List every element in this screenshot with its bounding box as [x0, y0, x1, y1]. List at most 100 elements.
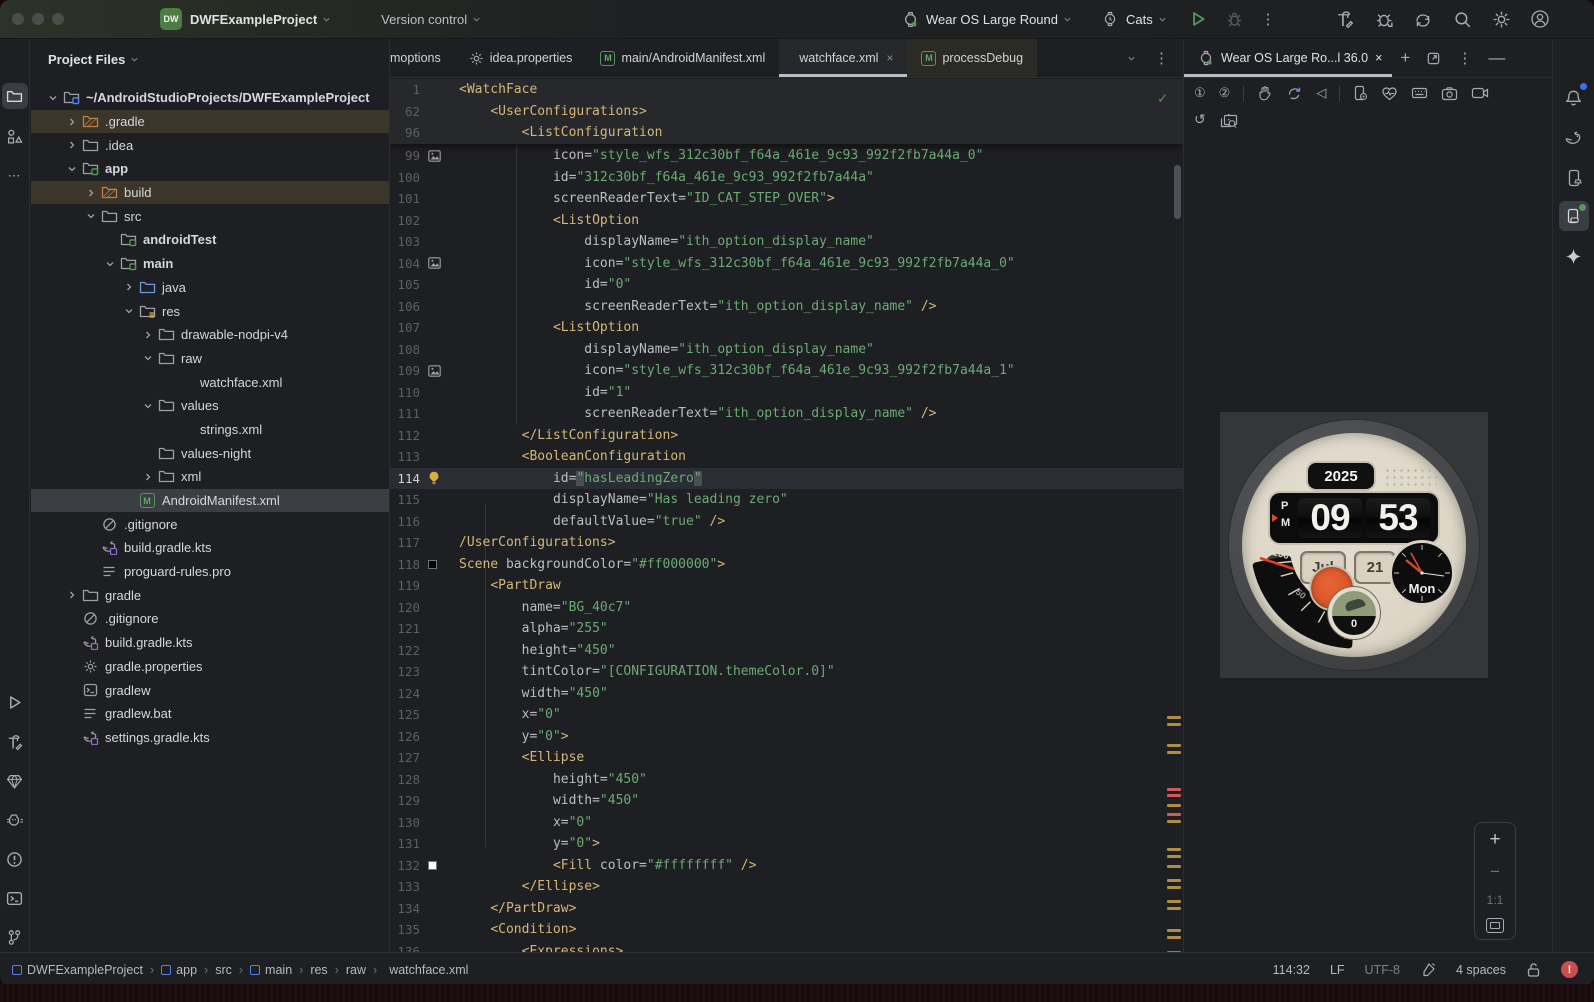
chevron-right-icon[interactable]: [139, 469, 156, 485]
code-line-110[interactable]: 110 id="1": [390, 382, 1183, 404]
device-tab[interactable]: Wear OS Large Ro...l 36.0 ×: [1184, 39, 1393, 77]
code-line-107[interactable]: 107 <ListOption: [390, 317, 1183, 339]
code-line-131[interactable]: 131 y="0">: [390, 833, 1183, 855]
device-manager-icon[interactable]: [1559, 163, 1589, 193]
editor-tab-processdebug[interactable]: MprocessDebug: [907, 39, 1038, 77]
line-number[interactable]: 116: [390, 514, 420, 529]
terminal-icon[interactable]: [2, 885, 28, 911]
code-line-121[interactable]: 121 alpha="255": [390, 618, 1183, 640]
line-number[interactable]: 96: [390, 125, 420, 140]
warning-stripe-mark[interactable]: [1167, 907, 1181, 910]
device-settings-icon[interactable]: [1353, 85, 1368, 101]
code-line-1[interactable]: 1 <WatchFace: [390, 79, 1183, 101]
search-icon[interactable]: [1452, 9, 1472, 29]
tree-item-build-gradle-kts[interactable]: build.gradle.kts: [31, 536, 389, 560]
line-number[interactable]: 115: [390, 492, 420, 507]
account-icon[interactable]: [1530, 9, 1550, 29]
tree-item-watchface-xml[interactable]: watchface.xml: [31, 370, 389, 394]
more-device-options-icon[interactable]: ⋮: [1222, 111, 1236, 128]
code-line-126[interactable]: 126 y="0">: [390, 726, 1183, 748]
code-line-105[interactable]: 105 id="0": [390, 274, 1183, 296]
back-button-icon[interactable]: ◁: [1316, 85, 1326, 101]
line-number[interactable]: 136: [390, 944, 420, 952]
warning-stripe-mark[interactable]: [1167, 900, 1181, 903]
code-line-101[interactable]: 101 screenReaderText="ID_CAT_STEP_OVER">: [390, 188, 1183, 210]
breadcrumb-item-raw[interactable]: raw: [346, 963, 366, 977]
code-line-127[interactable]: 127 <Ellipse: [390, 747, 1183, 769]
tree-item--androidstudioprojects-dwfexampleproject[interactable]: ~/AndroidStudioProjects/DWFExampleProjec…: [31, 86, 389, 110]
code-line-115[interactable]: 115 displayName="Has leading zero": [390, 489, 1183, 511]
tree-item-values[interactable]: values: [31, 394, 389, 418]
chevron-right-icon[interactable]: [120, 279, 137, 295]
run-button[interactable]: [1188, 9, 1208, 29]
device-selector[interactable]: Wear OS Large Round: [900, 9, 1072, 29]
profiler-icon[interactable]: [1374, 9, 1394, 29]
vcs-widget[interactable]: Version control: [373, 12, 481, 27]
tree-item-settings-gradle-kts[interactable]: settings.gradle.kts: [31, 726, 389, 750]
editor-tab-watchface-xml[interactable]: watchface.xml ×: [779, 39, 908, 77]
chevron-right-icon[interactable]: [139, 327, 156, 343]
inspections-ok-icon[interactable]: ✓: [1158, 89, 1167, 107]
code-line-113[interactable]: 113 <BooleanConfiguration: [390, 446, 1183, 468]
line-number[interactable]: 106: [390, 299, 420, 314]
notifications-icon[interactable]: [1559, 83, 1589, 113]
code-line-130[interactable]: 130 x="0": [390, 812, 1183, 834]
rotate-device-icon[interactable]: [1286, 85, 1303, 101]
chevron-right-icon[interactable]: [63, 114, 80, 130]
tree-item-build-gradle-kts[interactable]: build.gradle.kts: [31, 631, 389, 655]
screenshot-camera-icon[interactable]: [1441, 86, 1458, 101]
code-line-122[interactable]: 122 height="450": [390, 640, 1183, 662]
code-line-112[interactable]: 112 </ListConfiguration>: [390, 425, 1183, 447]
code-line-117[interactable]: 117/UserConfigurations>: [390, 532, 1183, 554]
line-number[interactable]: 120: [390, 600, 420, 615]
more-options-icon[interactable]: ⋮: [1457, 49, 1472, 67]
logcat-icon[interactable]: [2, 807, 28, 833]
code-line-62[interactable]: 62 <UserConfigurations>: [390, 101, 1183, 123]
line-number[interactable]: 100: [390, 170, 420, 185]
reset-view-icon[interactable]: ↺: [1194, 111, 1206, 128]
line-number[interactable]: 124: [390, 686, 420, 701]
line-number[interactable]: 114: [390, 471, 420, 486]
project-tool-icon[interactable]: [1, 83, 28, 109]
line-number[interactable]: 123: [390, 664, 420, 679]
screen-record-icon[interactable]: [1471, 86, 1489, 100]
line-number[interactable]: 122: [390, 643, 420, 658]
code-line-129[interactable]: 129 width="450": [390, 790, 1183, 812]
line-number[interactable]: 133: [390, 879, 420, 894]
more-tool-windows-icon[interactable]: ⋯: [2, 163, 28, 189]
tree-item-raw[interactable]: raw: [31, 347, 389, 371]
tree-item-gradlew[interactable]: gradlew: [31, 678, 389, 702]
line-number[interactable]: 119: [390, 578, 420, 593]
line-number[interactable]: 110: [390, 385, 420, 400]
code-line-114[interactable]: 114 id="hasLeadingZero": [390, 467, 1183, 489]
code-line-104[interactable]: 104 icon="style_wfs_312c30bf_f64a_461e_9c…: [390, 253, 1183, 275]
code-line-96[interactable]: 96 <ListConfiguration: [390, 122, 1183, 144]
tree-item-strings-xml[interactable]: strings.xml: [31, 418, 389, 442]
tree-item-src[interactable]: src: [31, 204, 389, 228]
intention-bulb-icon[interactable]: [420, 471, 451, 485]
tree-item-values-night[interactable]: values-night: [31, 441, 389, 465]
close-window-icon[interactable]: [12, 13, 24, 25]
chevron-right-icon[interactable]: [63, 587, 80, 603]
wear-button1-icon[interactable]: ①: [1194, 85, 1206, 101]
line-number[interactable]: 104: [390, 256, 420, 271]
line-number[interactable]: 126: [390, 729, 420, 744]
chevron-down-icon[interactable]: [82, 208, 99, 224]
zoom-in-button[interactable]: +: [1489, 829, 1500, 851]
run-configuration-selector[interactable]: Cats: [1100, 9, 1167, 29]
warning-stripe-mark[interactable]: [1167, 804, 1181, 807]
line-number[interactable]: 117: [390, 535, 420, 550]
file-encoding[interactable]: UTF-8: [1365, 963, 1400, 977]
app-quality-insights-icon[interactable]: [2, 768, 28, 794]
breadcrumb-item-src[interactable]: src: [215, 963, 232, 977]
tree-item--gradle[interactable]: .gradle: [31, 109, 389, 134]
chevron-down-icon[interactable]: [44, 90, 61, 106]
zoom-window-icon[interactable]: [52, 13, 64, 25]
hide-panel-icon[interactable]: —: [1488, 48, 1505, 68]
sync-gradle-icon[interactable]: [1413, 9, 1433, 29]
highlighting-level-icon[interactable]: [1420, 962, 1436, 978]
line-number[interactable]: 127: [390, 750, 420, 765]
line-number[interactable]: 130: [390, 815, 420, 830]
minimize-window-icon[interactable]: [32, 13, 44, 25]
editor-tab-moptions[interactable]: moptions: [390, 39, 455, 77]
